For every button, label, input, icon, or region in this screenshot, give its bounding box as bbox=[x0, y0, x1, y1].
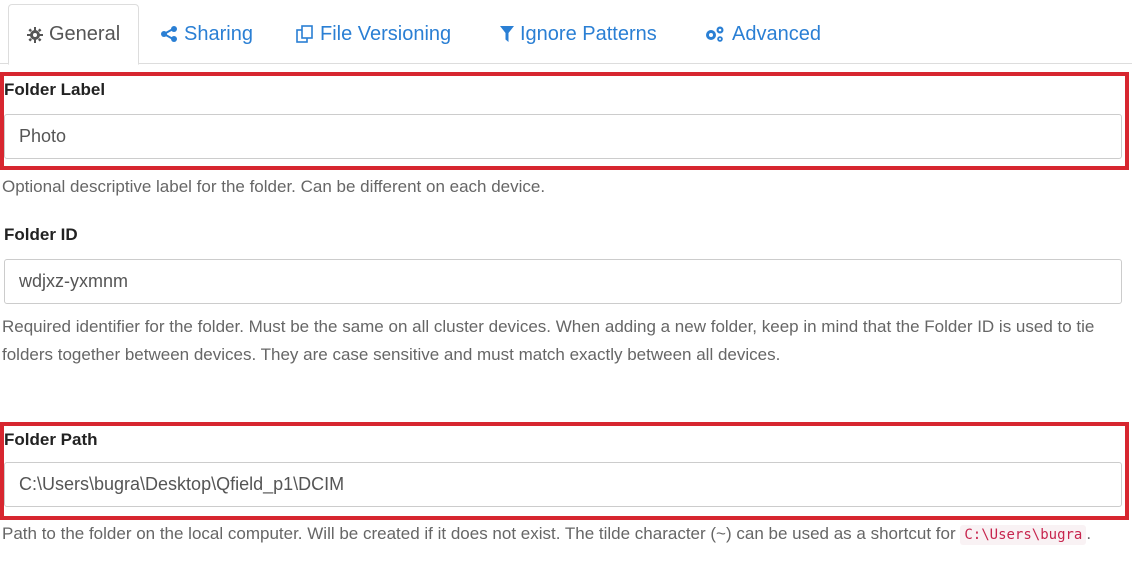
tab-ignore-patterns[interactable]: Ignore Patterns bbox=[500, 4, 657, 64]
folder-label-input[interactable] bbox=[4, 114, 1122, 159]
folder-path-help: Path to the folder on the local computer… bbox=[2, 520, 1132, 549]
folder-label-title: Folder Label bbox=[4, 80, 106, 99]
folder-id-help: Required identifier for the folder. Must… bbox=[2, 317, 1095, 364]
home-path-code: C:\Users\bugra bbox=[960, 525, 1087, 545]
tab-advanced[interactable]: Advanced bbox=[704, 4, 821, 64]
folder-path-help-text: Path to the folder on the local computer… bbox=[2, 524, 956, 543]
tab-sharing-label: Sharing bbox=[184, 22, 253, 45]
folder-id-title: Folder ID bbox=[4, 225, 78, 244]
share-icon bbox=[160, 26, 178, 42]
tab-sharing[interactable]: Sharing bbox=[160, 4, 253, 64]
folder-path-help-suffix: . bbox=[1086, 524, 1092, 543]
gear-icon bbox=[27, 26, 43, 43]
cogs-icon bbox=[704, 25, 726, 43]
folder-path-input[interactable] bbox=[4, 462, 1122, 507]
folder-label-help: Optional descriptive label for the folde… bbox=[2, 177, 546, 196]
tab-file-versioning-label: File Versioning bbox=[320, 22, 452, 45]
filter-icon bbox=[500, 26, 514, 42]
tab-file-versioning[interactable]: File Versioning bbox=[296, 4, 451, 64]
tab-bar: General Sharing File Versioning Ignore P… bbox=[0, 0, 1132, 65]
tab-general-label: General bbox=[49, 23, 121, 45]
copy-icon bbox=[296, 25, 314, 43]
tab-advanced-label: Advanced bbox=[732, 22, 821, 45]
folder-id-input[interactable] bbox=[4, 259, 1122, 304]
tab-general[interactable]: General bbox=[8, 4, 140, 65]
folder-path-title: Folder Path bbox=[4, 430, 98, 449]
tab-ignore-patterns-label: Ignore Patterns bbox=[520, 22, 657, 45]
